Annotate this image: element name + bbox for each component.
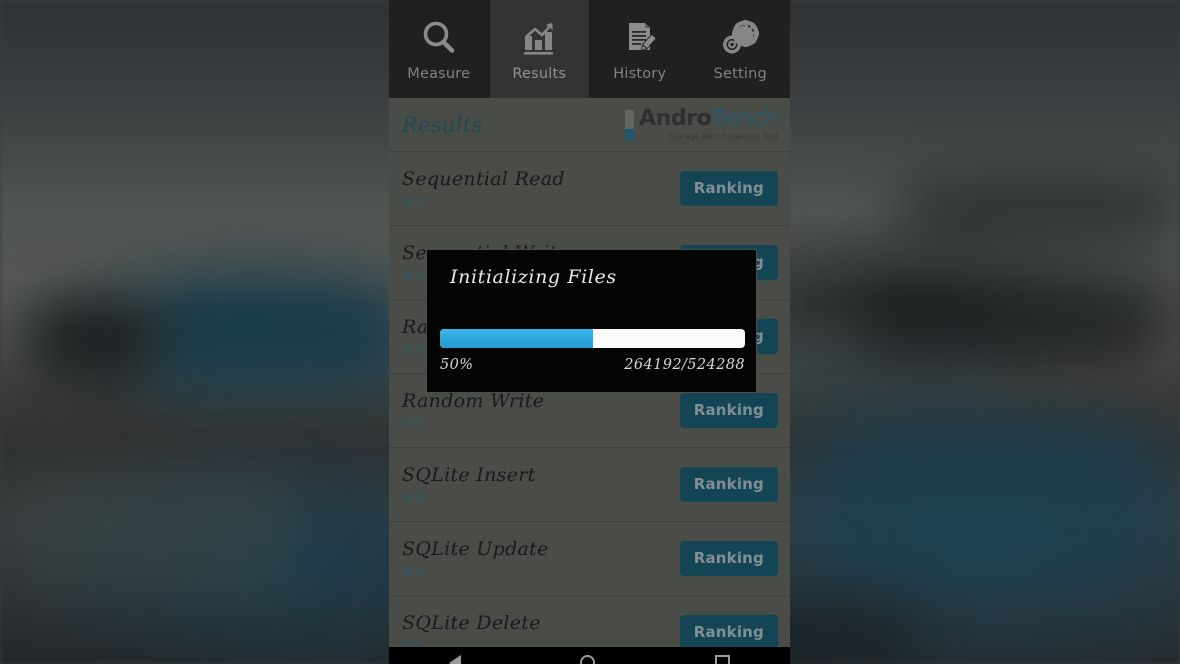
ranking-button[interactable]: Ranking bbox=[679, 467, 778, 502]
tab-results[interactable]: Results bbox=[489, 0, 590, 98]
logo-word-bench: Bench bbox=[711, 106, 778, 132]
progress-meta: 50% 264192/524288 bbox=[440, 357, 745, 373]
benchmark-name: Random Write bbox=[402, 390, 545, 412]
ranking-button[interactable]: Ranking bbox=[679, 393, 778, 428]
row-texts: Sequential Read n/a bbox=[402, 168, 565, 209]
magnifier-icon bbox=[418, 17, 460, 59]
background-blur-blob bbox=[860, 290, 1160, 360]
phone-screen: Measure Results History Setting Results … bbox=[389, 0, 790, 664]
benchmark-name: Sequential Read bbox=[402, 168, 565, 190]
gears-icon bbox=[719, 17, 761, 59]
ranking-button[interactable]: Ranking bbox=[679, 541, 778, 576]
benchmark-name: SQLite Update bbox=[402, 538, 549, 560]
progress-dialog: Initializing Files 50% 264192/524288 bbox=[426, 249, 757, 393]
progress-percent: 50% bbox=[440, 357, 474, 373]
logo-subtitle: Storage Benchmarking Tool bbox=[668, 132, 778, 142]
results-list: Sequential Read n/a Ranking Sequential W… bbox=[389, 152, 790, 664]
table-row[interactable]: Sequential Read n/a Ranking bbox=[389, 152, 790, 226]
benchmark-value: n/a bbox=[402, 193, 425, 209]
benchmark-value: n/a bbox=[402, 415, 425, 431]
progress-bar-fill bbox=[440, 329, 593, 348]
page-title: Results bbox=[402, 112, 483, 137]
tab-results-label: Results bbox=[512, 65, 567, 82]
benchmark-value: n/a bbox=[402, 563, 425, 579]
tab-setting-label: Setting bbox=[713, 65, 767, 82]
benchmark-value: n/a bbox=[402, 489, 425, 505]
tab-measure[interactable]: Measure bbox=[389, 0, 490, 98]
dialog-title: Initializing Files bbox=[450, 266, 617, 288]
logo-text: AndroBench Storage Benchmarking Tool bbox=[639, 108, 778, 141]
row-texts: Random Write n/a bbox=[402, 390, 544, 431]
results-header: Results AndroBench Storage Benchmarking … bbox=[389, 98, 790, 152]
bar-chart-icon bbox=[518, 17, 560, 59]
table-row[interactable]: SQLite Insert n/a Ranking bbox=[389, 448, 790, 522]
android-navigation-bar bbox=[389, 647, 790, 664]
screen: Measure Results History Setting Results … bbox=[0, 0, 1180, 664]
ranking-button[interactable]: Ranking bbox=[679, 615, 778, 650]
androbench-logo: AndroBench Storage Benchmarking Tool bbox=[624, 108, 778, 141]
tab-history-label: History bbox=[613, 65, 667, 82]
background-blur-blob bbox=[30, 300, 160, 380]
progress-bar bbox=[440, 329, 745, 348]
benchmark-name: SQLite Delete bbox=[402, 612, 541, 634]
table-row[interactable]: SQLite Update n/a Ranking bbox=[389, 522, 790, 596]
recents-square-icon[interactable] bbox=[715, 655, 731, 664]
background-blur-blob bbox=[900, 180, 1180, 240]
logo-mark-icon bbox=[624, 109, 634, 140]
progress-count: 264192/524288 bbox=[624, 357, 745, 373]
home-circle-icon[interactable] bbox=[580, 655, 596, 664]
benchmark-name: SQLite Insert bbox=[402, 464, 536, 486]
logo-word-andro: Andro bbox=[638, 106, 712, 132]
row-texts: SQLite Insert n/a bbox=[402, 464, 536, 505]
row-texts: SQLite Update n/a bbox=[402, 538, 549, 579]
background-blur-blob bbox=[0, 470, 300, 600]
main-tab-bar: Measure Results History Setting bbox=[389, 0, 790, 98]
document-pencil-icon bbox=[619, 17, 661, 59]
back-triangle-icon[interactable] bbox=[448, 655, 461, 664]
ranking-button[interactable]: Ranking bbox=[679, 171, 778, 206]
tab-history[interactable]: History bbox=[590, 0, 691, 98]
tab-setting[interactable]: Setting bbox=[690, 0, 790, 98]
background-blur-blob bbox=[820, 420, 1150, 570]
tab-measure-label: Measure bbox=[407, 65, 471, 82]
